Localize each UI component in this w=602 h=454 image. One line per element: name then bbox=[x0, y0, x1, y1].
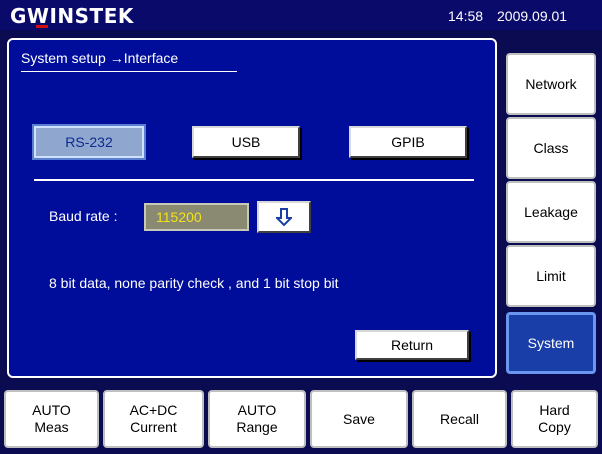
instrument-screen: GWINSTEK 14:58 2009.09.01 System setup →… bbox=[0, 0, 602, 454]
sidebar-item-limit[interactable]: Limit bbox=[506, 245, 596, 307]
section-divider bbox=[34, 179, 474, 181]
breadcrumb-underline bbox=[21, 71, 237, 72]
interface-settings-panel: System setup →Interface RS-232 USB GPIB … bbox=[7, 38, 497, 378]
auto-meas-button[interactable]: AUTO Meas bbox=[4, 390, 99, 448]
auto-range-button[interactable]: AUTO Range bbox=[208, 390, 306, 448]
clock-date: 2009.09.01 bbox=[497, 8, 568, 24]
baud-rate-label: Baud rate : bbox=[49, 208, 118, 224]
brand-logo-accent bbox=[36, 25, 48, 28]
baud-rate-dropdown-button[interactable] bbox=[257, 201, 311, 233]
sidebar-item-system[interactable]: System bbox=[506, 312, 596, 374]
tab-gpib[interactable]: GPIB bbox=[349, 126, 467, 158]
baud-rate-field[interactable]: 115200 bbox=[144, 203, 249, 231]
sidebar-item-network[interactable]: Network bbox=[506, 53, 596, 115]
breadcrumb: System setup →Interface bbox=[21, 50, 179, 66]
save-button[interactable]: Save bbox=[310, 390, 408, 448]
tab-rs232[interactable]: RS-232 bbox=[32, 124, 146, 160]
clock-time: 14:58 bbox=[448, 8, 484, 24]
sidebar-item-leakage[interactable]: Leakage bbox=[506, 181, 596, 243]
header-bar: GWINSTEK 14:58 2009.09.01 bbox=[0, 0, 602, 30]
return-button[interactable]: Return bbox=[355, 330, 469, 360]
serial-config-info: 8 bit data, none parity check , and 1 bi… bbox=[49, 275, 339, 291]
hard-copy-button[interactable]: Hard Copy bbox=[511, 390, 598, 448]
brand-logo: GWINSTEK bbox=[10, 4, 134, 28]
tab-usb[interactable]: USB bbox=[192, 126, 300, 158]
down-arrow-icon bbox=[276, 208, 292, 227]
recall-button[interactable]: Recall bbox=[412, 390, 507, 448]
sidebar-item-class[interactable]: Class bbox=[506, 117, 596, 179]
ac-dc-current-button[interactable]: AC+DC Current bbox=[103, 390, 204, 448]
